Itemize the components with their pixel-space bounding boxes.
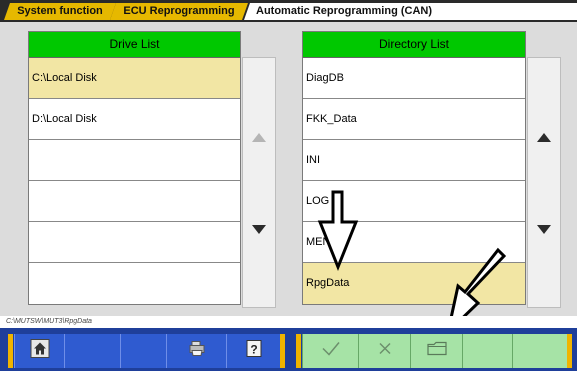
toolbar-blank-button[interactable] [64, 334, 120, 368]
breadcrumb-automatic-reprogramming: Automatic Reprogramming (CAN) [244, 3, 577, 20]
breadcrumb-system-function[interactable]: System function [4, 3, 116, 20]
toolbar-blank-button[interactable] [120, 334, 166, 368]
help-icon: ? [246, 340, 262, 363]
toolbar-blank-button[interactable] [512, 334, 567, 368]
toolbar-edge [567, 334, 572, 368]
help-button[interactable]: ? [226, 334, 280, 368]
ok-button[interactable] [302, 334, 358, 368]
cancel-button[interactable] [358, 334, 410, 368]
toolbar-edge [296, 334, 301, 368]
cross-icon [378, 342, 392, 361]
printer-icon [188, 340, 206, 363]
folder-icon [426, 341, 448, 362]
annotation-arrow-down [317, 190, 359, 272]
main-panel: Drive List C:\Local Disk D:\Local Disk D… [0, 22, 577, 316]
breadcrumb: System function ECU Reprogramming Automa… [0, 0, 577, 22]
home-button[interactable] [14, 334, 64, 368]
annotation-arrow-diagonal [449, 247, 507, 316]
breadcrumb-ecu-reprogramming[interactable]: ECU Reprogramming [110, 3, 248, 20]
toolbar-edge [280, 334, 285, 368]
bottom-toolbar: ? [0, 328, 577, 371]
toolbar-edge [8, 334, 13, 368]
toolbar-blank-button[interactable] [462, 334, 512, 368]
folder-button[interactable] [410, 334, 462, 368]
check-icon [321, 341, 341, 362]
annotation-arrows [317, 190, 507, 316]
current-path: C:\MUTSW\MUT3\RpgData [0, 316, 577, 328]
svg-text:?: ? [250, 343, 257, 357]
print-button[interactable] [166, 334, 226, 368]
home-icon [30, 339, 50, 364]
